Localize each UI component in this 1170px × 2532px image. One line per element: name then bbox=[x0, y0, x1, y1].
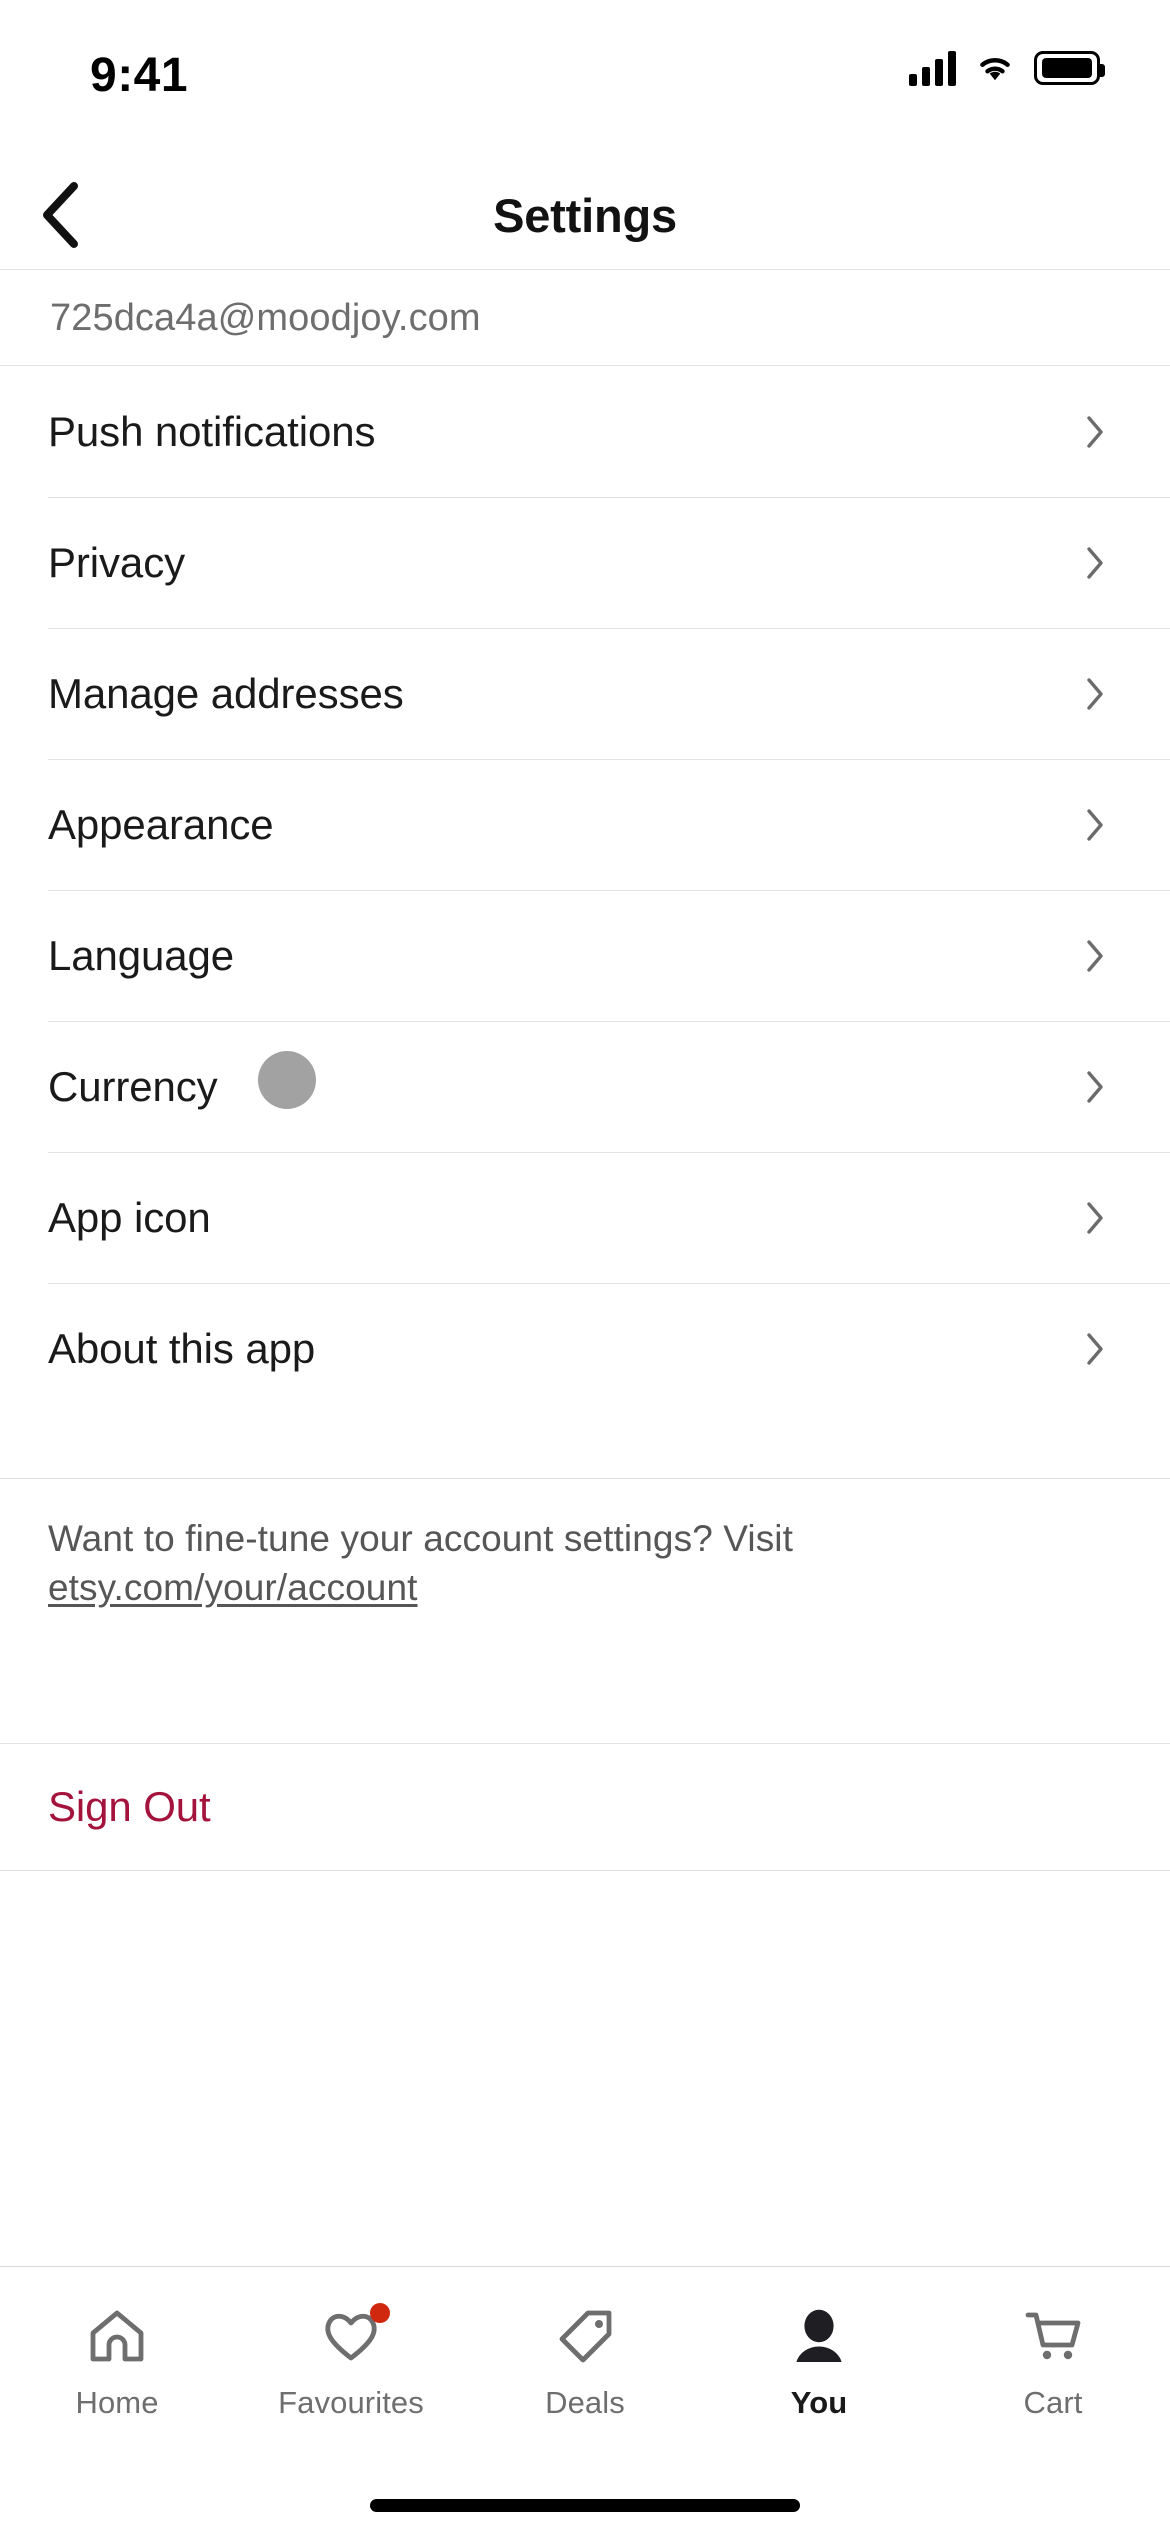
chevron-right-icon bbox=[1087, 546, 1103, 579]
settings-row-manage-addresses[interactable]: Manage addresses bbox=[0, 628, 1170, 759]
settings-list: Push notifications Privacy Manage addres… bbox=[0, 366, 1170, 1414]
tab-home[interactable]: Home bbox=[0, 2267, 234, 2467]
note-prefix: Want to fine-tune your account settings?… bbox=[48, 1518, 793, 1559]
settings-row-language[interactable]: Language bbox=[0, 890, 1170, 1021]
settings-screen: 9:41 Settings 725dca4a@moodjoy.com Push … bbox=[0, 0, 1170, 2532]
tab-favourites[interactable]: Favourites bbox=[234, 2267, 468, 2467]
account-email: 725dca4a@moodjoy.com bbox=[50, 296, 481, 339]
account-settings-link[interactable]: etsy.com/your/account bbox=[48, 1567, 418, 1608]
settings-row-label: About this app bbox=[48, 1324, 316, 1372]
cellular-signal-icon bbox=[909, 50, 956, 86]
settings-row-label: Manage addresses bbox=[48, 669, 404, 717]
settings-row-label: Push notifications bbox=[48, 407, 376, 455]
tab-cart[interactable]: Cart bbox=[936, 2267, 1170, 2467]
tab-label: Home bbox=[75, 2385, 159, 2420]
status-bar: 9:41 bbox=[0, 0, 1170, 160]
bottom-tab-bar: Home Favourites Deals You Cart bbox=[0, 2266, 1170, 2532]
settings-row-label: App icon bbox=[48, 1193, 211, 1241]
settings-row-label: Privacy bbox=[48, 538, 185, 586]
favourites-badge-dot bbox=[370, 2303, 390, 2323]
account-settings-note: Want to fine-tune your account settings?… bbox=[0, 1478, 1170, 1613]
tab-label: Cart bbox=[1023, 2385, 1083, 2420]
chevron-right-icon bbox=[1087, 808, 1103, 841]
settings-row-label: Appearance bbox=[48, 800, 274, 848]
settings-row-about-this-app[interactable]: About this app bbox=[0, 1283, 1170, 1414]
chevron-right-icon bbox=[1087, 677, 1103, 710]
chevron-right-icon bbox=[1087, 1201, 1103, 1234]
page-title: Settings bbox=[493, 188, 677, 242]
heart-icon bbox=[318, 2303, 390, 2367]
tab-you[interactable]: You bbox=[702, 2267, 936, 2467]
home-icon bbox=[84, 2305, 150, 2367]
note-text: Want to fine-tune your account settings?… bbox=[48, 1515, 1122, 1613]
battery-full-icon bbox=[1034, 51, 1105, 85]
tag-icon bbox=[552, 2305, 618, 2367]
status-bar-indicators bbox=[909, 50, 1105, 86]
sign-out-button[interactable]: Sign Out bbox=[0, 1743, 1170, 1871]
settings-row-push-notifications[interactable]: Push notifications bbox=[0, 366, 1170, 497]
sign-out-label: Sign Out bbox=[48, 1783, 211, 1830]
settings-row-app-icon[interactable]: App icon bbox=[0, 1152, 1170, 1283]
touch-cursor-indicator bbox=[258, 1051, 316, 1109]
settings-row-currency[interactable]: Currency bbox=[0, 1021, 1170, 1152]
chevron-right-icon bbox=[1087, 1070, 1103, 1103]
wifi-icon bbox=[980, 58, 1010, 81]
person-icon bbox=[786, 2305, 852, 2367]
chevron-right-icon bbox=[1087, 415, 1103, 448]
navigation-bar: Settings bbox=[0, 160, 1170, 270]
home-indicator bbox=[370, 2499, 800, 2512]
chevron-right-icon bbox=[1087, 939, 1103, 972]
chevron-right-icon bbox=[1087, 1332, 1103, 1365]
settings-row-label: Language bbox=[48, 931, 235, 979]
settings-row-privacy[interactable]: Privacy bbox=[0, 497, 1170, 628]
tab-label: Deals bbox=[545, 2385, 625, 2420]
tab-label: Favourites bbox=[278, 2385, 424, 2420]
status-bar-time: 9:41 bbox=[90, 49, 189, 102]
settings-row-appearance[interactable]: Appearance bbox=[0, 759, 1170, 890]
tab-label: You bbox=[790, 2385, 848, 2420]
account-email-row: 725dca4a@moodjoy.com bbox=[0, 271, 1170, 366]
tab-deals[interactable]: Deals bbox=[468, 2267, 702, 2467]
settings-row-label: Currency bbox=[48, 1062, 218, 1110]
cart-icon bbox=[1020, 2305, 1086, 2367]
